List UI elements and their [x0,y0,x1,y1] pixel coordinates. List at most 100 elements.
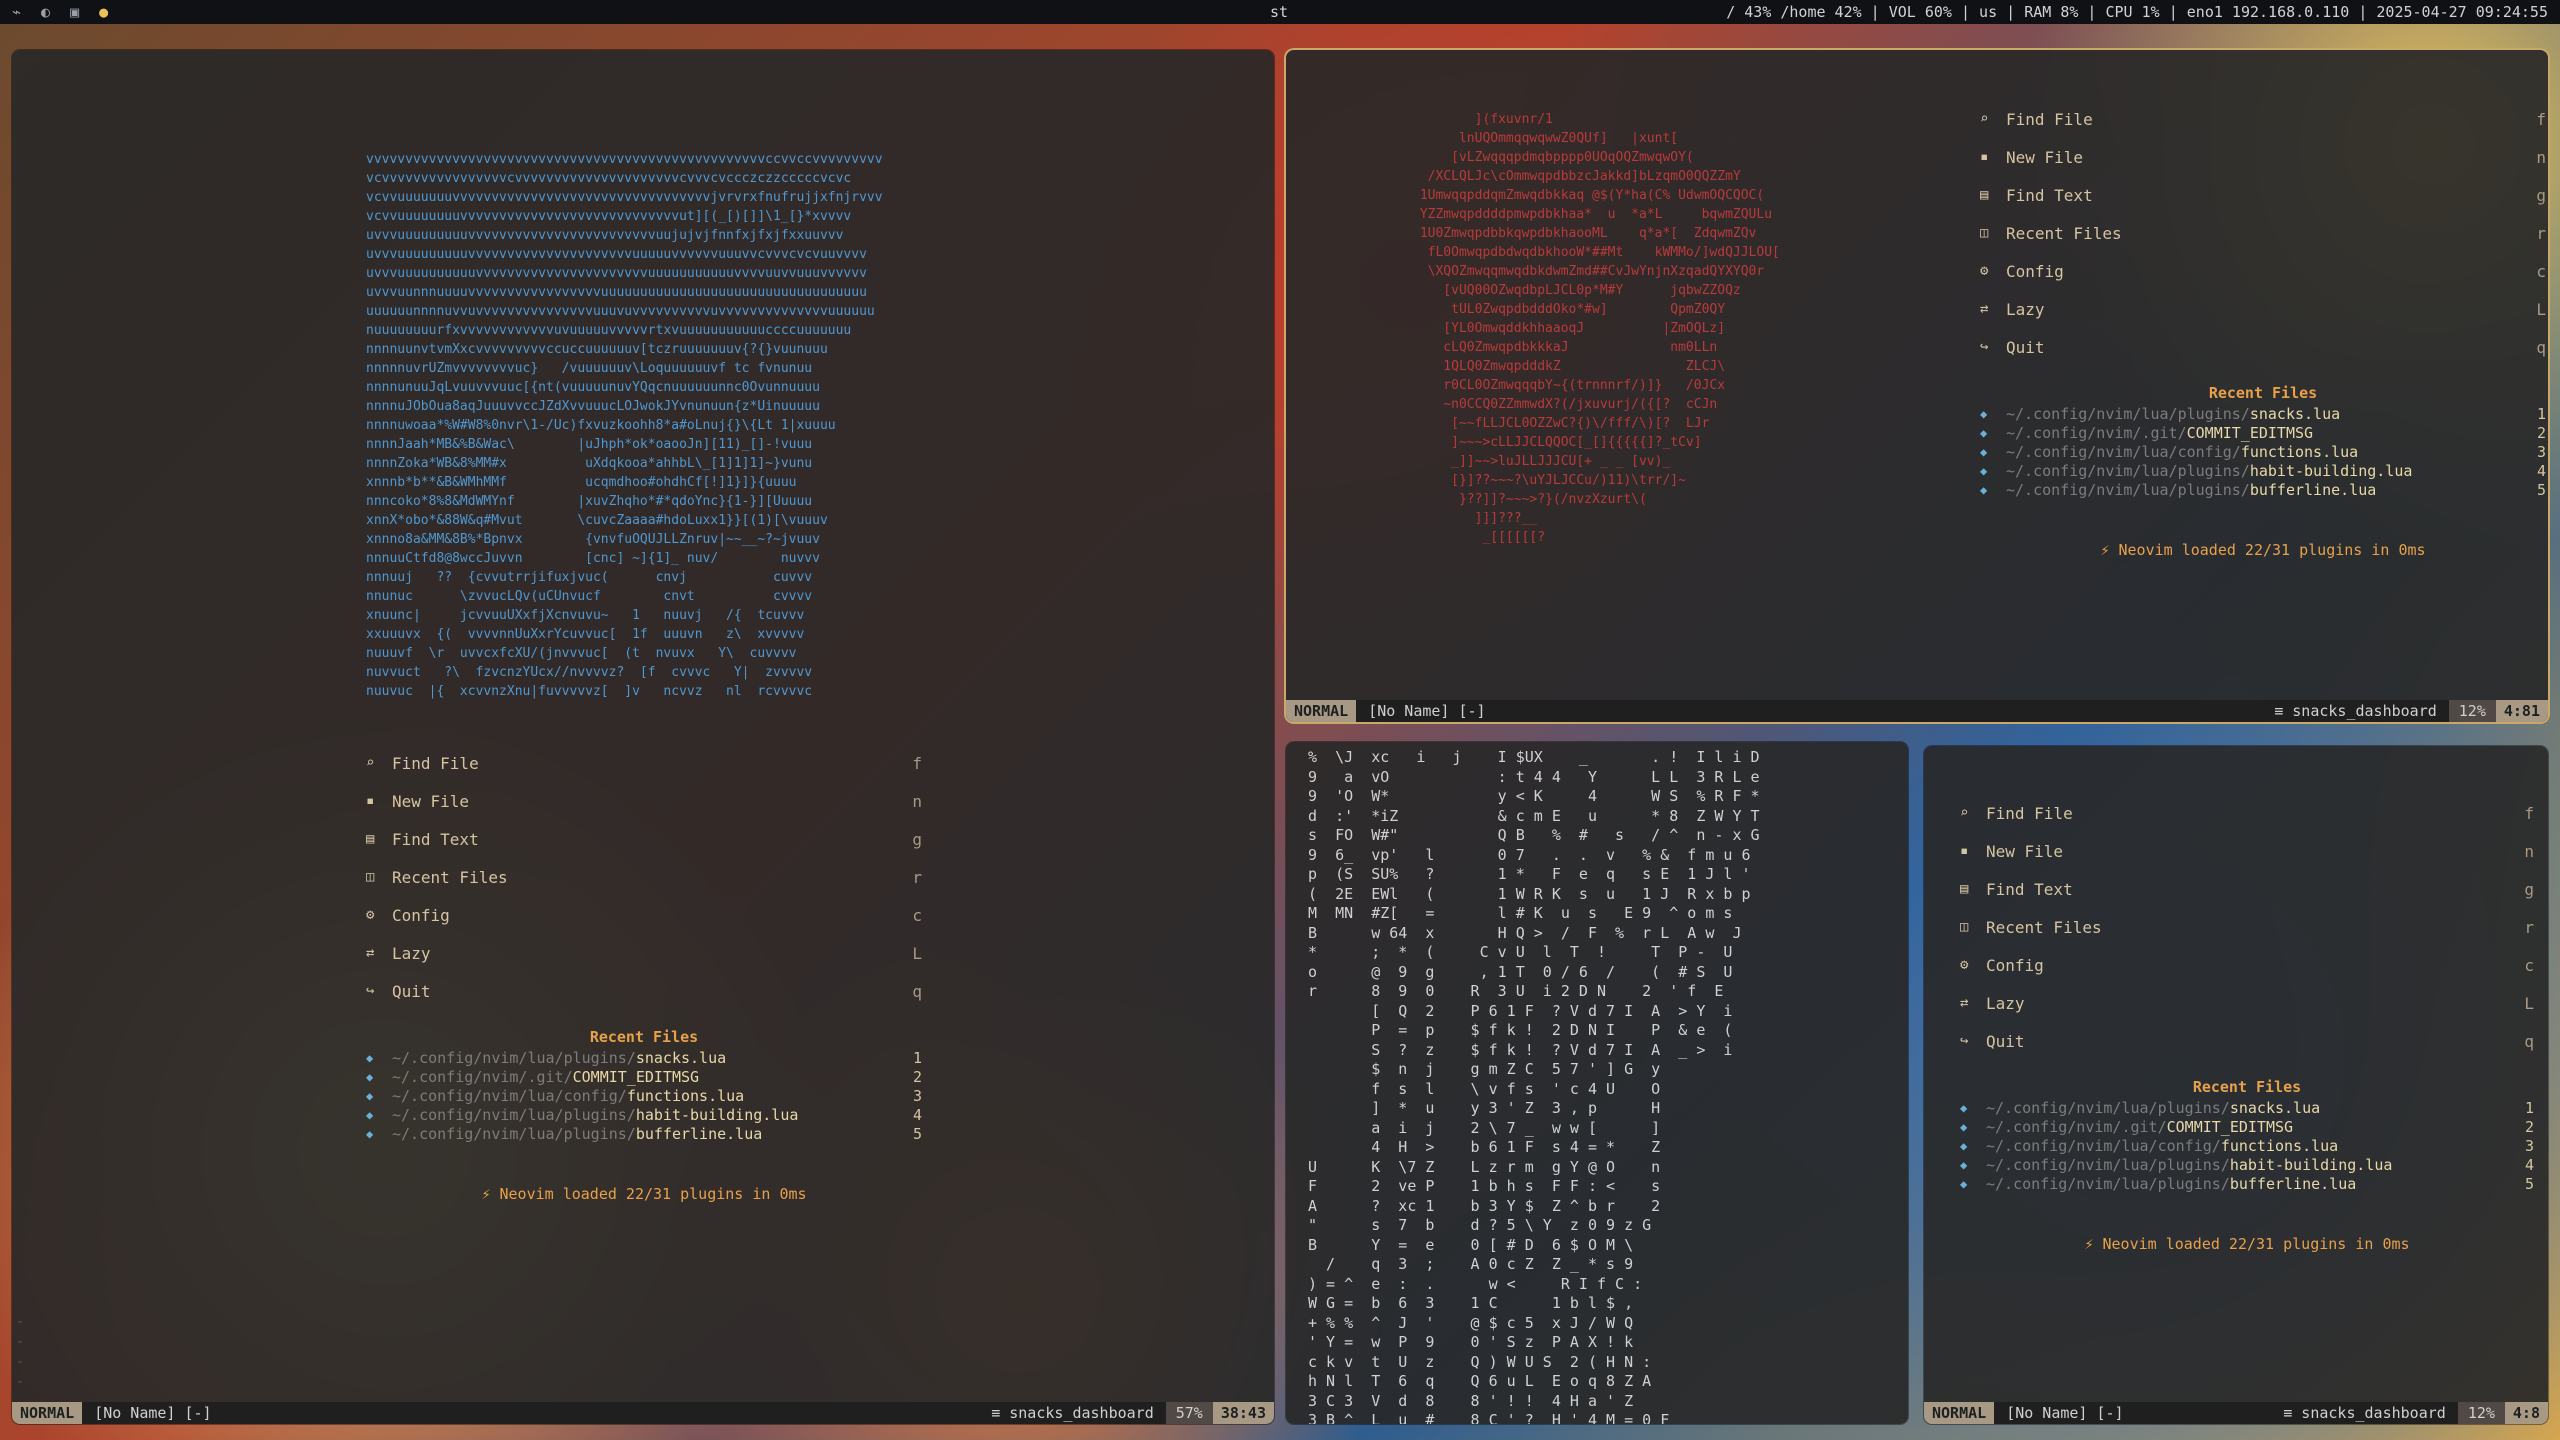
recent-file-item[interactable]: ◆ ~/.config/nvim/lua/config/functions.lua… [1960,1136,2534,1155]
menu-item-key: q [2524,1031,2534,1051]
recent-file-dir: ~/.config/nvim/.git/ [392,1067,573,1086]
plugins-loaded-message: ⚡ Neovim loaded 22/31 plugins in 0ms [2100,541,2426,559]
matrix-rain: % \J xc i j I $UX _ . ! I l i D 9 a vO :… [1308,748,1760,1424]
recent-file-name: snacks.lua [2249,404,2341,423]
lazy-icon: ⇄ [366,945,375,961]
recent-file-item[interactable]: ◆ ~/.config/nvim/lua/plugins/habit-buildi… [366,1105,922,1124]
lua-file-icon: ◆ [1960,1138,1968,1153]
lua-file-icon: ◆ [1980,463,1988,478]
menu-item-find-text[interactable]: ▤ Find Text g [1960,870,2534,908]
recent-file-key: 1 [912,1048,922,1067]
lua-file-icon: ◆ [1960,1176,1968,1191]
pane-left[interactable]: vvvvvvvvvvvvvvvvvvvvvvvvvvvvvvvvvvvvvvvv… [12,50,1274,1424]
mode-indicator: NORMAL [1286,700,1357,722]
menu-item-lazy[interactable]: ⇄ Lazy L [1960,984,2534,1022]
menu-item-config[interactable]: ⚙ Config c [1980,252,2546,290]
recent-file-key: 2 [2524,1117,2534,1136]
pane-matrix[interactable]: % \J xc i j I $UX _ . ! I l i D 9 a vO :… [1286,742,1908,1424]
recent-file-name: snacks.lua [2229,1098,2321,1117]
workspace-3[interactable]: ▣ [70,3,79,21]
menu-item-label: Find File [392,753,479,773]
recent-file-item[interactable]: ◆ ~/.config/nvim/lua/config/functions.lua… [1980,442,2546,461]
menu-item-recent-files[interactable]: ◫ Recent Files r [366,858,922,896]
recent-file-key: 2 [912,1067,922,1086]
text-icon: ▤ [1980,187,1989,203]
menu-item-quit[interactable]: ↪ Quit q [1960,1022,2534,1060]
recent-file-dir: ~/.config/nvim/lua/config/ [1986,1136,2221,1155]
dashboard-left: ⌕ Find File f ▪ New File n ▤ Find Text g ◫ Recent … [366,744,922,1204]
menu-item-find-file[interactable]: ⌕ Find File f [1960,794,2534,832]
menu-item-config[interactable]: ⚙ Config c [1960,946,2534,984]
menu-item-label: New File [1986,841,2064,861]
menu-item-key: L [912,943,922,963]
recent-file-key: 3 [2536,442,2546,461]
recent-file-name: habit-building.lua [2229,1155,2393,1174]
quit-icon: ↪ [1980,339,1989,355]
recent-files-title: Recent Files [589,1028,699,1046]
menu-item-quit[interactable]: ↪ Quit q [1980,328,2546,366]
new-file-icon: ▪ [1980,149,1989,165]
menu-item-key: c [912,905,922,925]
menu-item-recent-files[interactable]: ◫ Recent Files r [1980,214,2546,252]
menu-item-find-text[interactable]: ▤ Find Text g [1980,176,2546,214]
menu-item-label: New File [392,791,470,811]
pane-top-right[interactable]: ](fxuvnr/1 lnUQOmmqqwqwwZ0QUf] |xunt[ [v… [1286,50,2548,722]
menu-item-label: Find Text [1986,879,2073,899]
workspace-indicators[interactable]: ⌁ ◐ ▣ ● [12,3,108,21]
lazy-icon: ⇄ [1980,301,1989,317]
tilde-marker: - [16,1314,25,1330]
recent-icon: ◫ [1960,919,1969,935]
recent-file-item[interactable]: ◆ ~/.config/nvim/lua/plugins/snacks.lua 1 [1980,404,2546,423]
recent-file-name: functions.lua [2240,442,2359,461]
search-icon: ⌕ [1980,111,1989,127]
recent-file-item[interactable]: ◆ ~/.config/nvim/lua/plugins/habit-buildi… [1960,1155,2534,1174]
menu-item-label: Quit [392,981,431,1001]
menu-item-config[interactable]: ⚙ Config c [366,896,922,934]
recent-file-dir: ~/.config/nvim/lua/plugins/ [392,1048,636,1067]
menu-item-new-file[interactable]: ▪ New File n [1980,138,2546,176]
recent-file-item[interactable]: ◆ ~/.config/nvim/lua/plugins/bufferline.l… [1960,1174,2534,1193]
menu-item-find-text[interactable]: ▤ Find Text g [366,820,922,858]
menu-item-find-file[interactable]: ⌕ Find File f [366,744,922,782]
recent-file-dir: ~/.config/nvim/lua/plugins/ [392,1105,636,1124]
menu-item-find-file[interactable]: ⌕ Find File f [1980,100,2546,138]
menu-item-key: L [2536,299,2546,319]
cursor-position: 4:81 [2495,700,2548,722]
menu-item-quit[interactable]: ↪ Quit q [366,972,922,1010]
recent-file-item[interactable]: ◆ ~/.config/nvim/lua/plugins/snacks.lua 1 [366,1048,922,1067]
buffer-name: [No Name] [-] [94,1404,212,1422]
recent-file-item[interactable]: ◆ ~/.config/nvim/.git/COMMIT_EDITMSG 2 [1980,423,2546,442]
menu-item-label: New File [2006,147,2084,167]
menu-item-new-file[interactable]: ▪ New File n [366,782,922,820]
new-file-icon: ▪ [366,793,375,809]
menu-item-key: q [2536,337,2546,357]
menu-item-key: r [2536,223,2546,243]
recent-file-item[interactable]: ◆ ~/.config/nvim/lua/plugins/bufferline.l… [1980,480,2546,499]
workspace-2[interactable]: ◐ [41,3,50,21]
gear-icon: ⚙ [366,907,375,923]
recent-file-item[interactable]: ◆ ~/.config/nvim/lua/plugins/bufferline.l… [366,1124,922,1143]
menu-item-lazy[interactable]: ⇄ Lazy L [1980,290,2546,328]
menu-item-label: Recent Files [392,867,508,887]
menu-item-new-file[interactable]: ▪ New File n [1960,832,2534,870]
recent-file-item[interactable]: ◆ ~/.config/nvim/lua/plugins/snacks.lua 1 [1960,1098,2534,1117]
workspace-4[interactable]: ● [99,3,108,21]
menu-item-key: n [2536,147,2546,167]
search-icon: ⌕ [1960,805,1969,821]
recent-file-item[interactable]: ◆ ~/.config/nvim/.git/COMMIT_EDITMSG 2 [1960,1117,2534,1136]
recent-file-item[interactable]: ◆ ~/.config/nvim/lua/plugins/habit-buildi… [1980,461,2546,480]
recent-file-name: habit-building.lua [2249,461,2413,480]
menu-item-key: f [2524,803,2534,823]
recent-file-item[interactable]: ◆ ~/.config/nvim/.git/COMMIT_EDITMSG 2 [366,1067,922,1086]
recent-file-dir: ~/.config/nvim/lua/plugins/ [2006,480,2250,499]
recent-file-name: habit-building.lua [635,1105,799,1124]
menu-item-lazy[interactable]: ⇄ Lazy L [366,934,922,972]
recent-file-item[interactable]: ◆ ~/.config/nvim/lua/config/functions.lua… [366,1086,922,1105]
menu-item-key: r [2524,917,2534,937]
recent-file-dir: ~/.config/nvim/lua/plugins/ [1986,1155,2230,1174]
menu-item-recent-files[interactable]: ◫ Recent Files r [1960,908,2534,946]
tilde-marker: - [16,1374,25,1390]
workspace-1[interactable]: ⌁ [12,3,21,21]
pane-bottom-right[interactable]: ⌕ Find File f ▪ New File n ▤ Find Text g ◫ Recent … [1924,746,2548,1424]
menu-item-key: f [912,753,922,773]
